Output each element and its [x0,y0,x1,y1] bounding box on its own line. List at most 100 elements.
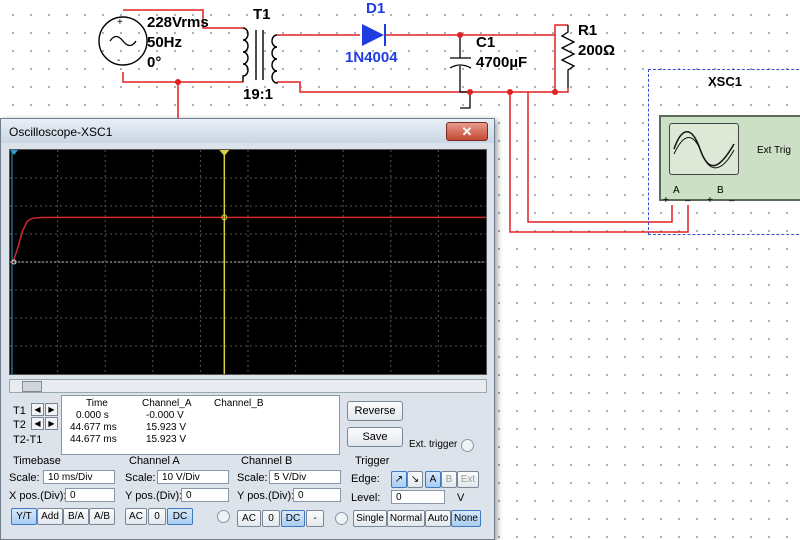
resistor-name-label: R1 [578,22,598,39]
terminal-a-minus: _ [685,191,691,202]
row-label-t2: T2 [13,419,26,431]
wire-secondary-bottom [277,81,569,93]
trigger-edge-ext-button[interactable]: Ext [457,471,479,488]
header-channel-a: Channel_A [142,398,192,409]
channel-a-ypos-field[interactable]: 0 [181,488,229,502]
t1-left-arrow-button[interactable]: ◀ [31,403,44,416]
terminal-b-label: B [717,185,724,196]
trigger-level-field[interactable]: 0 [391,490,445,504]
reverse-button[interactable]: Reverse [347,401,403,421]
source-phase-label: 0° [147,54,162,71]
row-label-t2-t1: T2-T1 [13,434,43,446]
diode-icon [362,24,386,46]
trigger-title: Trigger [355,455,390,467]
trigger-auto-button[interactable]: Auto [425,510,451,527]
rising-edge-icon[interactable]: ↗ [391,471,407,488]
svg-text:-: - [117,55,120,66]
cursor-readout-table: Time Channel_A Channel_B 0.000 s -0.000 … [61,395,340,455]
t1-channel-a: -0.000 V [146,410,184,421]
transformer-icon [242,27,278,84]
channel-a-ypos-label: Y pos.(Div): [125,490,183,502]
channel-a-dc-button[interactable]: DC [167,508,193,525]
channel-b-scale-label: Scale: [237,472,268,484]
channel-b-ac-button[interactable]: AC [237,510,261,527]
falling-edge-icon[interactable]: ↘ [407,471,423,488]
t2-t1-channel-a: 15.923 V [146,434,187,445]
trigger-level-label: Level: [351,492,381,504]
diode-part-label: 1N4004 [345,49,398,66]
channel-b-ypos-field[interactable]: 0 [293,488,341,502]
scope-instance-icon[interactable]: Ext Trig A B + _ + _ [659,115,800,206]
save-button[interactable]: Save [347,427,403,447]
oscilloscope-window[interactable]: Oscilloscope-XSC1 ✕ T1 ◀ ▶ T2 ◀ ▶ T2-T1 … [0,118,495,540]
t2-t1-time: 44.677 ms [70,434,117,445]
terminal-b-minus: _ [729,191,735,202]
timebase-xpos-label: X pos.(Div): [9,490,67,502]
t2-right-arrow-button[interactable]: ▶ [45,417,58,430]
mode-yt-button[interactable]: Y/T [11,508,37,525]
diode-name-label: D1 [366,0,386,17]
trigger-edge-b-button[interactable]: B [441,471,457,488]
close-button[interactable]: ✕ [446,122,488,141]
scroll-thumb[interactable] [22,381,42,392]
channel-a-zero-button[interactable]: 0 [148,508,166,525]
capacitor-name-label: C1 [476,34,496,51]
channel-b-ypos-label: Y pos.(Div): [237,490,295,502]
resistor-value-label: 200Ω [578,42,616,59]
channel-b-dc-button[interactable]: DC [281,510,305,527]
terminal-a-label: A [673,185,680,196]
wire-source-bottom [122,72,243,83]
window-titlebar[interactable]: Oscilloscope-XSC1 ✕ [1,119,494,143]
terminal-a-plus: + [663,195,669,206]
transformer-ratio-label: 19:1 [243,86,274,103]
channel-a-scale-label: Scale: [125,472,156,484]
t1-time: 0.000 s [76,410,109,421]
ext-trig-label: Ext Trig [757,145,791,156]
t2-channel-a: 15.923 V [146,422,187,433]
capacitor-value-label: 4700µF [476,54,528,71]
trigger-level-unit: V [457,492,465,504]
ext-trigger-radio[interactable] [461,439,474,452]
channel-b-title: Channel B [241,455,293,467]
trigger-edge-label: Edge: [351,473,380,485]
channel-b-minus-button[interactable]: - [306,510,324,527]
channel-a-radio[interactable] [217,510,230,523]
source-frequency-label: 50Hz [147,34,183,51]
header-time: Time [86,398,108,409]
scope-instance-name: XSC1 [708,74,742,89]
scope-plot [10,150,486,374]
channel-b-radio[interactable] [335,512,348,525]
mode-ba-button[interactable]: B/A [63,508,89,525]
timebase-xpos-field[interactable]: 0 [65,488,115,502]
channel-b-scale-field[interactable]: 5 V/Div [269,470,341,484]
window-title: Oscilloscope-XSC1 [9,125,113,139]
scope-display[interactable] [9,149,487,375]
header-channel-b: Channel_B [214,398,264,409]
transformer-name-label: T1 [253,6,271,23]
source-voltage-label: 228Vrms [147,14,209,31]
timebase-title: Timebase [13,455,61,467]
t2-time: 44.677 ms [70,422,117,433]
trigger-single-button[interactable]: Single [353,510,387,527]
svg-text:+: + [117,17,123,28]
mode-add-button[interactable]: Add [37,508,63,525]
timebase-scale-label: Scale: [9,472,40,484]
ext-trigger-label: Ext. trigger [409,439,458,450]
channel-b-zero-button[interactable]: 0 [262,510,280,527]
channel-a-trace [12,216,486,263]
trigger-edge-a-button[interactable]: A [425,471,441,488]
trigger-normal-button[interactable]: Normal [387,510,425,527]
trigger-none-button[interactable]: None [451,510,481,527]
terminal-b-plus: + [707,195,713,206]
horizontal-scrollbar[interactable] [9,379,487,393]
channel-a-ac-button[interactable]: AC [125,508,147,525]
timebase-scale-field[interactable]: 10 ms/Div [43,470,115,484]
channel-a-scale-field[interactable]: 10 V/Div [157,470,229,484]
row-label-t1: T1 [13,405,26,417]
t1-right-arrow-button[interactable]: ▶ [45,403,58,416]
mode-ab-button[interactable]: A/B [89,508,115,525]
cursor-t2-handle [219,150,230,156]
cursor-t1-handle [10,150,18,155]
t2-left-arrow-button[interactable]: ◀ [31,417,44,430]
scope-screen-icon [669,123,739,175]
